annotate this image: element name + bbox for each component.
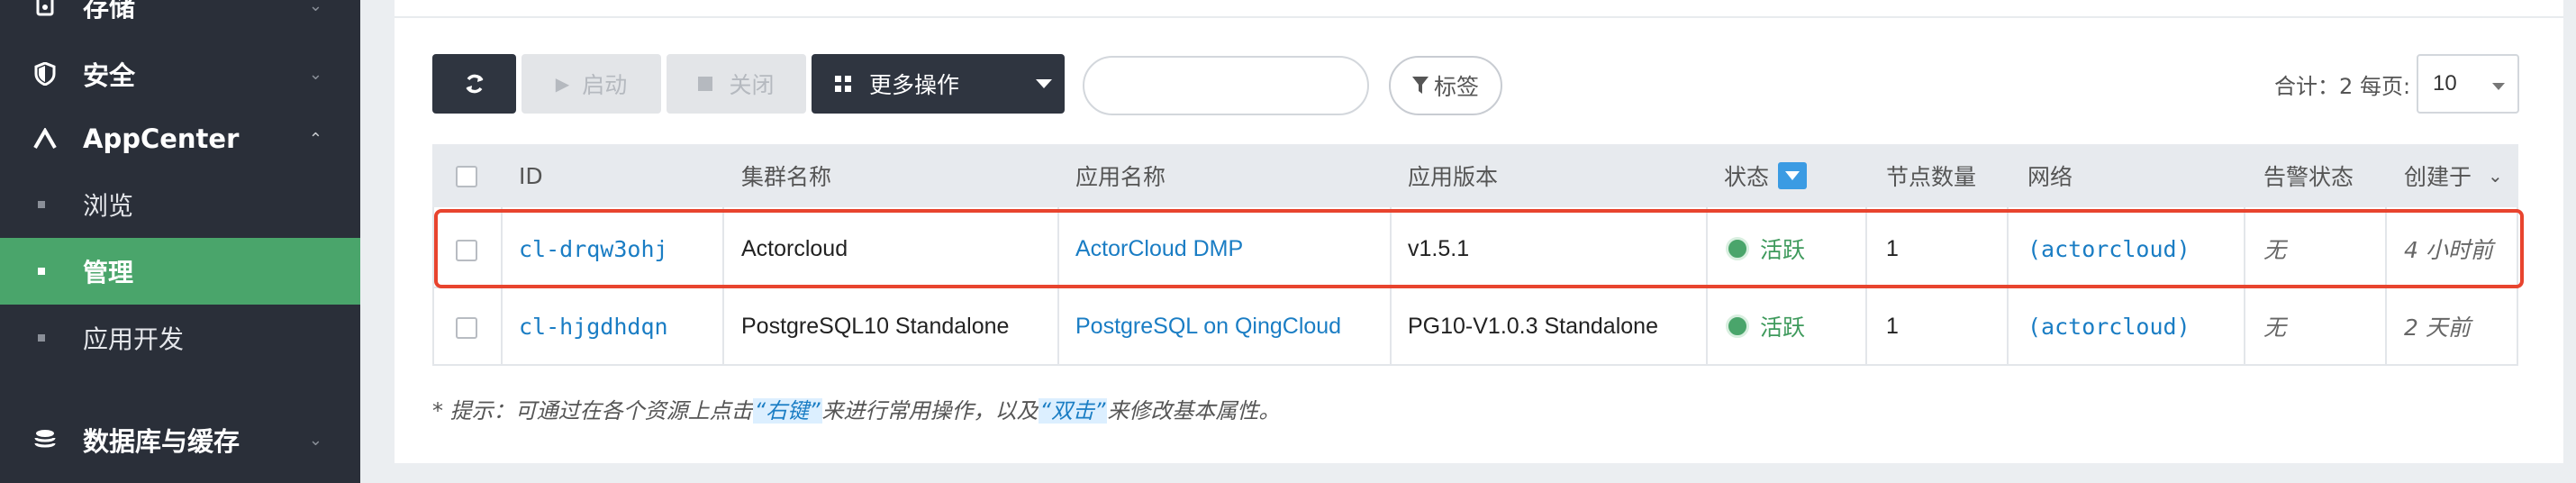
status-badge: 活跃 — [1726, 288, 1805, 364]
tag-label: 标签 — [1433, 74, 1479, 100]
chevron-down-icon: ⌄ — [308, 0, 322, 14]
hint-text: 来修改基本属性。 — [1107, 398, 1281, 424]
close-label: 关闭 — [729, 72, 775, 98]
refresh-button[interactable] — [432, 54, 516, 114]
bullet — [38, 334, 45, 342]
sidebar-item-storage[interactable]: 存储 ⌄ — [0, 0, 360, 23]
column-header-node-count[interactable]: 节点数量 — [1886, 144, 1976, 207]
chevron-down-icon: ⌄ — [308, 64, 322, 83]
bullet — [38, 268, 45, 275]
cluster-name: PostgreSQL10 Standalone — [741, 313, 1010, 339]
close-button[interactable]: 关闭 — [667, 54, 806, 114]
chevron-up-icon: ⌃ — [308, 129, 322, 148]
created-time: 2 天前 — [2404, 314, 2471, 341]
hint-keyword-double-click: “双击” — [1038, 398, 1108, 424]
divider — [395, 16, 2563, 18]
column-header-app-version[interactable]: 应用版本 — [1408, 144, 1498, 207]
sidebar-item-label: 存储 — [83, 0, 136, 23]
stop-icon — [698, 77, 713, 91]
node-count: 1 — [1886, 313, 1899, 339]
column-header-created[interactable]: 创建于 ⌄ — [2404, 144, 2503, 207]
shield-icon — [32, 61, 58, 87]
sidebar-subitem-label: 应用开发 — [83, 324, 185, 354]
caret-down-icon — [1036, 79, 1052, 88]
per-page-select[interactable]: 10 — [2417, 54, 2519, 114]
filter-icon — [1411, 77, 1429, 94]
more-actions-dropdown[interactable]: 更多操作 — [812, 54, 1065, 114]
play-icon: ▶ — [555, 73, 570, 95]
sidebar-item-appcenter[interactable]: AppCenter ⌃ — [0, 119, 360, 159]
divider — [432, 364, 2518, 366]
app-version: PG10-V1.0.3 Standalone — [1408, 313, 1658, 339]
row-highlight-annotation — [434, 209, 2524, 288]
database-icon — [32, 427, 58, 452]
network-link[interactable]: (actorcloud) — [2027, 288, 2191, 364]
sidebar-item-label: 数据库与缓存 — [83, 426, 240, 457]
sidebar-subitem-app-dev[interactable]: 应用开发 — [0, 305, 360, 371]
sidebar-subitem-label: 管理 — [83, 258, 134, 287]
column-header-status[interactable]: 状态 — [1724, 144, 1808, 207]
search-input[interactable] — [1083, 56, 1369, 115]
sidebar-item-label: 安全 — [83, 60, 136, 91]
column-header-app-name[interactable]: 应用名称 — [1075, 144, 1166, 207]
status-filter-icon[interactable] — [1778, 162, 1808, 189]
app-name-link[interactable]: PostgreSQL on QingCloud — [1075, 288, 1341, 364]
sidebar-item-database[interactable]: 数据库与缓存 ⌄ — [0, 420, 360, 460]
usage-hint: * 提示：可通过在各个资源上点击“右键”来进行常用操作，以及“双击”来修改基本属… — [432, 393, 1280, 424]
storage-icon — [32, 0, 58, 18]
column-header-alarm[interactable]: 告警状态 — [2263, 144, 2354, 207]
per-page-label: 每页: — [2360, 74, 2411, 99]
cluster-id-link[interactable]: cl-hjgdhdqn — [519, 288, 668, 364]
chevron-down-icon: ⌄ — [308, 430, 322, 449]
appcenter-icon — [32, 126, 58, 151]
refresh-icon — [465, 74, 484, 94]
tag-filter-button[interactable]: 标签 — [1389, 56, 1502, 115]
more-actions-label: 更多操作 — [869, 72, 960, 98]
status-text: 活跃 — [1760, 314, 1806, 341]
hint-text: 来进行常用操作，以及 — [821, 398, 1039, 424]
sidebar-item-security[interactable]: 安全 ⌄ — [0, 54, 360, 94]
caret-down-icon — [2492, 83, 2505, 90]
sidebar-subitem-manage[interactable]: 管理 — [0, 238, 360, 305]
sidebar-item-label: AppCenter — [83, 123, 240, 154]
grid-icon — [835, 76, 851, 92]
created-header-label: 创建于 — [2404, 164, 2472, 190]
start-button[interactable]: ▶ 启动 — [522, 54, 661, 114]
column-header-network[interactable]: 网络 — [2027, 144, 2073, 207]
column-header-cluster-name[interactable]: 集群名称 — [741, 144, 831, 207]
row-checkbox[interactable] — [456, 317, 477, 339]
total-count: 合计：2 — [2274, 74, 2354, 99]
chevron-down-icon: ⌄ — [2488, 165, 2503, 187]
bullet — [38, 201, 45, 208]
alarm-status: 无 — [2263, 314, 2287, 341]
sidebar-subitem-label: 浏览 — [83, 191, 134, 221]
sidebar-subitem-browse[interactable]: 浏览 — [0, 171, 360, 238]
status-dot-icon — [1726, 314, 1749, 338]
column-header-id[interactable]: ID — [519, 144, 543, 207]
hint-text: * 提示：可通过在各个资源上点击 — [432, 398, 753, 424]
status-header-label: 状态 — [1724, 164, 1770, 190]
start-label: 启动 — [582, 72, 628, 98]
per-page-value: 10 — [2433, 71, 2457, 96]
sidebar: 存储 ⌄ 安全 ⌄ AppCenter ⌃ 浏览 管理 应用开发 数据库与缓存 … — [0, 0, 360, 483]
hint-keyword-right-click: “右键” — [752, 398, 822, 424]
select-all-checkbox[interactable] — [456, 166, 477, 187]
